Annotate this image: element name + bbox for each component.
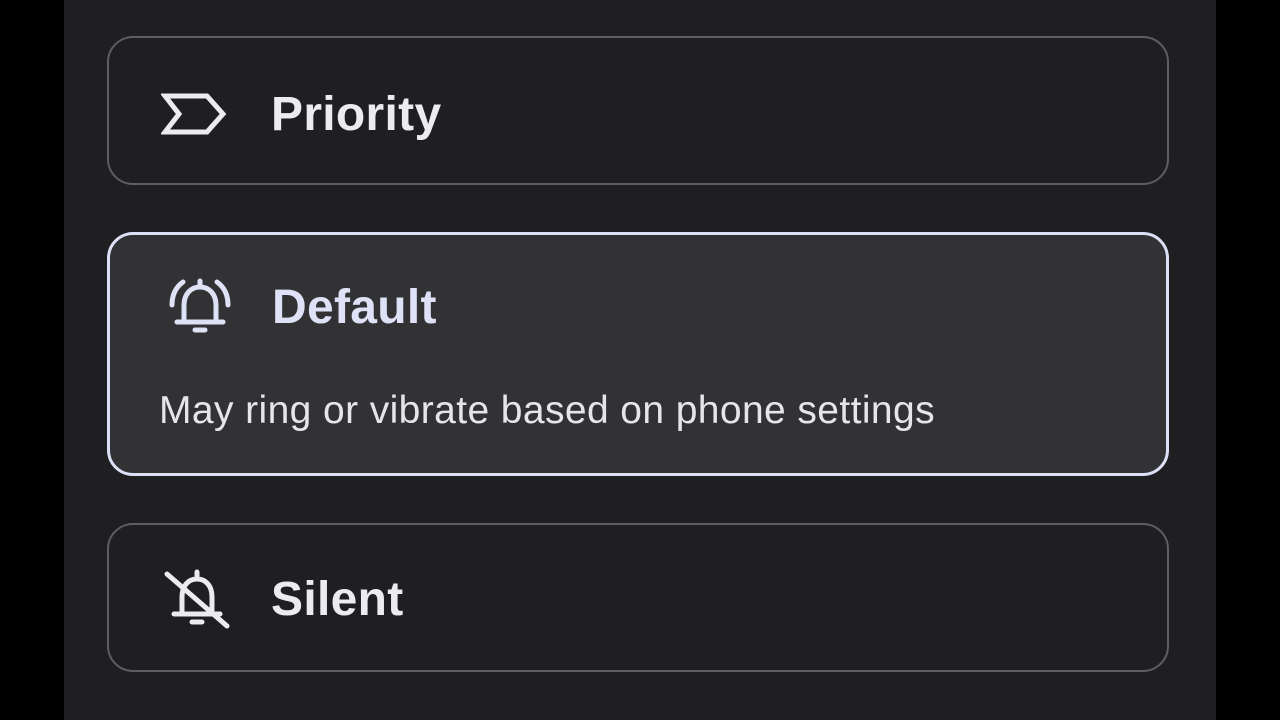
- option-silent-label: Silent: [271, 572, 404, 626]
- option-priority-row: Priority: [161, 82, 441, 146]
- option-default-row: Default: [162, 275, 437, 339]
- bell-ringing-icon: [162, 275, 238, 339]
- option-default-description: May ring or vibrate based on phone setti…: [159, 389, 935, 432]
- bell-off-icon: [161, 567, 237, 631]
- priority-icon: [161, 82, 237, 146]
- option-silent-row: Silent: [161, 567, 404, 631]
- option-silent[interactable]: Silent: [107, 523, 1169, 672]
- option-default-label: Default: [272, 280, 437, 334]
- option-priority[interactable]: Priority: [107, 36, 1169, 185]
- notification-options-panel: Priority Default May ring or vibrate bas…: [64, 0, 1216, 720]
- option-priority-label: Priority: [271, 87, 442, 141]
- option-default[interactable]: Default May ring or vibrate based on pho…: [107, 232, 1169, 476]
